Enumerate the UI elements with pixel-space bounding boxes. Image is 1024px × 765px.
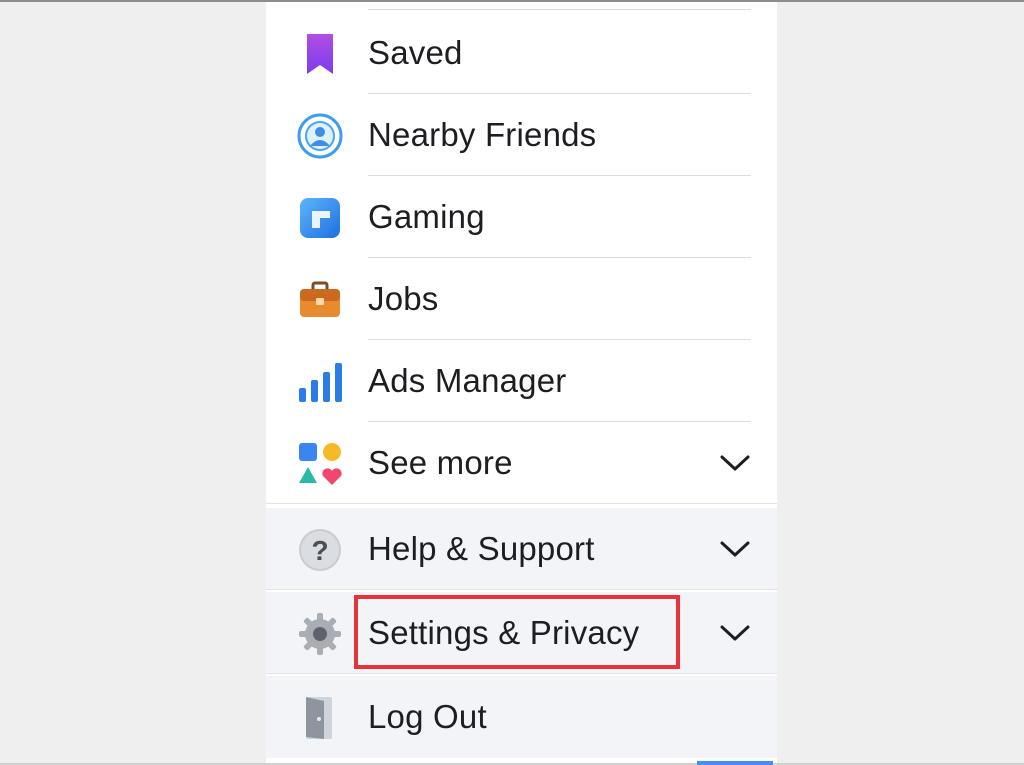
menu-item-gaming[interactable]: Gaming [266, 176, 777, 258]
divider [266, 673, 777, 674]
chevron-down-icon[interactable] [718, 622, 752, 644]
chevron-down-icon[interactable] [718, 452, 752, 474]
nearby-friends-icon [296, 112, 344, 160]
menu-item-label: Gaming [368, 198, 485, 235]
menu-item-saved[interactable]: Saved [266, 12, 777, 94]
menu-item-label: See more [368, 444, 513, 481]
gear-icon [296, 610, 344, 658]
section-label: Log Out [368, 698, 487, 735]
divider [368, 9, 751, 10]
svg-text:?: ? [311, 535, 328, 566]
menu-item-see-more[interactable]: See more [266, 422, 777, 504]
shapes-icon [296, 440, 344, 488]
divider [266, 589, 777, 590]
section-help-support[interactable]: ? Help & Support [266, 508, 777, 590]
section-label: Help & Support [368, 530, 595, 567]
menu-item-nearby-friends[interactable]: Nearby Friends [266, 94, 777, 176]
question-mark-icon: ? [296, 526, 344, 574]
bar-chart-icon [296, 358, 344, 406]
chevron-down-icon[interactable] [718, 538, 752, 560]
section-settings-privacy[interactable]: Settings & Privacy [266, 592, 777, 674]
door-icon [296, 694, 344, 742]
briefcase-icon [296, 276, 344, 324]
section-label: Settings & Privacy [368, 614, 640, 651]
menu-item-label: Jobs [368, 280, 439, 317]
menu-panel: Saved Nearby Friends Gaming Jobs Ads Man… [266, 2, 777, 763]
menu-item-label: Saved [368, 34, 463, 71]
menu-item-log-out[interactable]: Log Out [266, 676, 777, 758]
menu-item-label: Ads Manager [368, 362, 567, 399]
divider [266, 503, 777, 504]
menu-item-jobs[interactable]: Jobs [266, 258, 777, 340]
bookmark-icon [296, 30, 344, 78]
menu-item-ads-manager[interactable]: Ads Manager [266, 340, 777, 422]
scroll-indicator [697, 761, 773, 765]
menu-item-label: Nearby Friends [368, 116, 597, 153]
gaming-icon [296, 194, 344, 242]
